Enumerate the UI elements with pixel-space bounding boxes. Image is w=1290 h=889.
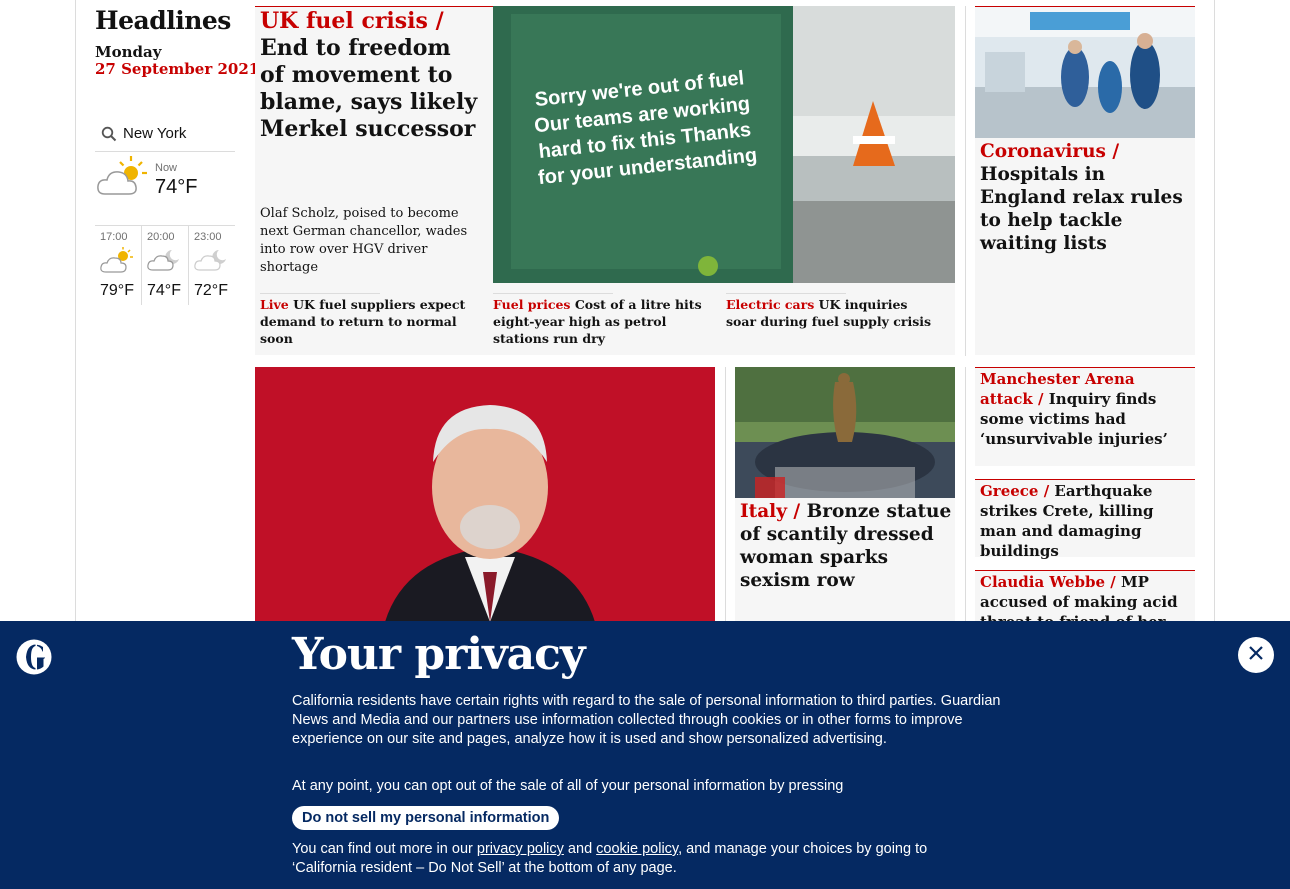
forecast-slot: 17:00 79°F <box>95 226 142 305</box>
lead-sub-rule <box>493 293 613 294</box>
lead-sub-rule <box>260 293 380 294</box>
weather-location-search[interactable]: New York <box>95 116 235 152</box>
weather-now: Now 74°F <box>95 152 235 224</box>
coronavirus-headline[interactable]: Coronavirus / Hospitals in England relax… <box>980 140 1190 255</box>
forecast-time: 20:00 <box>147 231 175 243</box>
privacy-banner: Your privacy California residents have c… <box>0 621 1290 889</box>
privacy-text: You can find out more in our <box>292 841 477 857</box>
privacy-title: Your privacy <box>292 629 586 680</box>
lead-headline[interactable]: UK fuel crisis / End to freedom of movem… <box>260 8 480 143</box>
fuel-station-photo[interactable]: Sorry we're out of fuel Our teams are wo… <box>493 6 955 283</box>
hospital-photo[interactable] <box>975 7 1195 138</box>
italy-kicker: Italy / <box>740 501 801 522</box>
forecast-temp: 72°F <box>194 282 228 299</box>
weather-forecast: 17:00 79°F 20:00 74°F 23:00 72°F <box>95 225 235 305</box>
right-list-item[interactable]: Greece / Earthquake strikes Crete, killi… <box>980 481 1190 561</box>
forecast-slot: 20:00 74°F <box>142 226 189 305</box>
privacy-paragraph: At any point, you can opt out of the sal… <box>292 778 844 794</box>
sub-story-live[interactable]: Live UK fuel suppliers expect demand to … <box>260 296 480 347</box>
date: 27 September 2021 <box>95 60 260 78</box>
close-icon <box>1248 645 1264 665</box>
lead-sub-rule <box>726 293 846 294</box>
guardian-logo-icon <box>16 639 52 679</box>
lead-standfirst: Olaf Scholz, poised to become next Germa… <box>260 206 468 275</box>
italy-headline[interactable]: Italy / Bronze statue of scantily dresse… <box>740 500 952 592</box>
card-top-rule <box>975 479 1195 480</box>
weather-location: New York <box>123 125 187 142</box>
sub-text: UK fuel suppliers expect demand to retur… <box>260 297 466 346</box>
forecast-slot: 23:00 72°F <box>189 226 235 305</box>
privacy-policy-link[interactable]: privacy policy <box>477 841 564 857</box>
forecast-time: 17:00 <box>100 231 128 243</box>
sub-kicker: Fuel prices <box>493 297 571 312</box>
forecast-temp: 79°F <box>100 282 134 299</box>
weekday: Monday <box>95 43 162 61</box>
sub-story-fuel-prices[interactable]: Fuel prices Cost of a litre hits eight-y… <box>493 296 708 347</box>
column-divider <box>965 367 966 622</box>
sub-kicker: Electric cars <box>726 297 815 312</box>
privacy-more-info: You can find out more in our privacy pol… <box>292 840 972 878</box>
column-divider <box>725 367 726 622</box>
cloudy-night-icon <box>193 246 229 278</box>
section-title: Headlines <box>95 6 231 35</box>
coronavirus-headline-text: Hospitals in England relax rules to help… <box>980 164 1183 254</box>
lead-headline-text: End to freedom of movement to blame, say… <box>260 35 478 142</box>
weather-now-temp: 74°F <box>155 176 198 198</box>
do-not-sell-button[interactable]: Do not sell my personal information <box>292 806 560 830</box>
right-list-item[interactable]: Manchester Arena attack / Inquiry finds … <box>980 369 1190 449</box>
politician-photo[interactable] <box>255 367 715 622</box>
forecast-time: 23:00 <box>194 231 222 243</box>
sub-story-electric-cars[interactable]: Electric cars UK inquiries soar during f… <box>726 296 941 330</box>
right-list-kicker: Claudia Webbe / <box>980 573 1116 591</box>
card-top-rule <box>975 367 1195 368</box>
right-list-kicker: Greece / <box>980 482 1050 500</box>
partly-sunny-icon <box>95 154 149 202</box>
weather-now-label: Now <box>155 162 178 174</box>
search-icon <box>95 126 123 142</box>
column-divider <box>965 6 966 356</box>
partly-sunny-icon <box>99 246 135 278</box>
statue-photo[interactable] <box>735 367 955 498</box>
card-top-rule <box>975 570 1195 571</box>
privacy-paragraph: California residents have certain rights… <box>292 693 1001 747</box>
cookie-policy-link[interactable]: cookie policy <box>596 841 678 857</box>
privacy-text: and <box>563 841 597 857</box>
cloudy-night-icon <box>146 246 182 278</box>
lead-kicker: UK fuel crisis / <box>260 8 444 34</box>
coronavirus-kicker: Coronavirus / <box>980 141 1120 162</box>
sub-kicker: Live <box>260 297 289 312</box>
close-button[interactable] <box>1238 637 1274 673</box>
forecast-temp: 74°F <box>147 282 181 299</box>
